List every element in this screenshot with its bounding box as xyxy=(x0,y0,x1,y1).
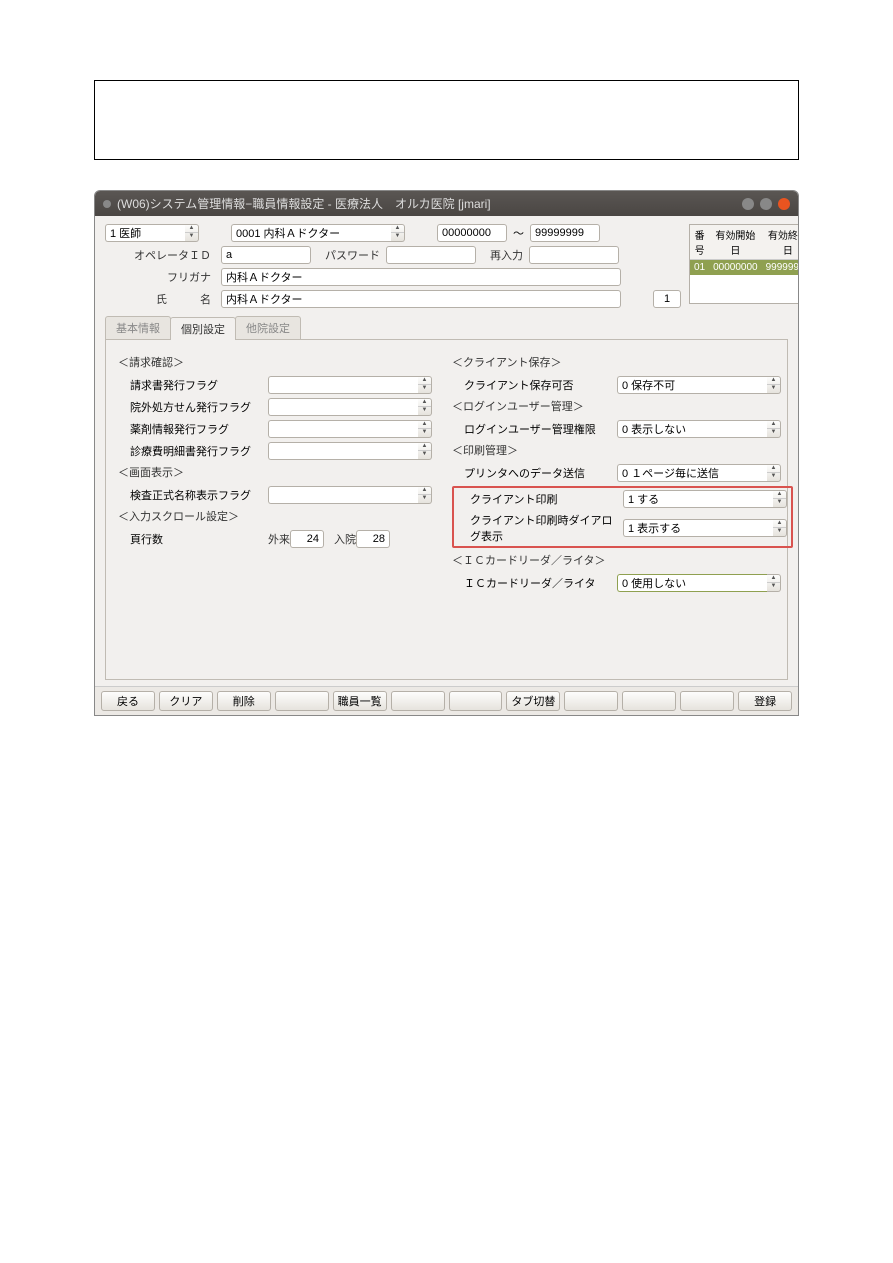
name-input[interactable] xyxy=(221,290,621,308)
login-auth-label: ログインユーザー管理権限 xyxy=(452,421,617,437)
code-to-input[interactable] xyxy=(530,224,600,242)
tab-other[interactable]: 他院設定 xyxy=(235,316,301,339)
inpatient-input[interactable] xyxy=(356,530,390,548)
page-lines-label: 頁行数 xyxy=(118,531,268,547)
client-print-dialog-combo[interactable]: ▲▼ xyxy=(623,519,787,537)
password-label: パスワード xyxy=(325,247,380,263)
table-row[interactable]: 01 00000000 99999999 xyxy=(690,260,799,276)
empty-button-5[interactable]: . xyxy=(622,691,676,711)
login-auth-combo[interactable]: ▲▼ xyxy=(617,420,781,438)
empty-button-1[interactable]: . xyxy=(275,691,329,711)
password-input[interactable] xyxy=(386,246,476,264)
furigana-label: フリガナ xyxy=(105,269,215,285)
table-header-start: 有効開始日 xyxy=(709,225,762,260)
exam-flag-label: 検査正式名称表示フラグ xyxy=(118,487,268,503)
section-client-save: ＜クライアント保存＞ xyxy=(452,354,793,370)
doctor-input[interactable] xyxy=(231,224,391,242)
empty-button-2[interactable]: . xyxy=(391,691,445,711)
empty-button-3[interactable]: . xyxy=(449,691,503,711)
drug-flag-combo[interactable]: ▲▼ xyxy=(268,420,432,438)
validity-table[interactable]: 番号 有効開始日 有効終了日 01 00000000 99999999 xyxy=(689,224,799,304)
password-re-label: 再入力 xyxy=(490,247,523,263)
name-label: 氏 名 xyxy=(105,291,215,307)
titlebar: (W06)システム管理情報−職員情報設定 - 医療法人 オルカ医院 [jmari… xyxy=(95,191,798,216)
outpatient-label: 外来 xyxy=(268,531,290,547)
furigana-input[interactable] xyxy=(221,268,621,286)
table-header-no: 番号 xyxy=(690,225,709,260)
close-icon[interactable] xyxy=(778,198,790,210)
app-window: (W06)システム管理情報−職員情報設定 - 医療法人 オルカ医院 [jmari… xyxy=(94,190,799,716)
ic-reader-label: ＩＣカードリーダ／ライタ xyxy=(452,575,617,591)
role-spin[interactable]: ▲▼ xyxy=(185,224,199,242)
exam-flag-combo[interactable]: ▲▼ xyxy=(268,486,432,504)
inpatient-label: 入院 xyxy=(334,531,356,547)
client-print-combo[interactable]: ▲▼ xyxy=(623,490,787,508)
section-login: ＜ログインユーザー管理＞ xyxy=(452,398,793,414)
highlight-box: クライアント印刷 ▲▼ クライアント印刷時ダイアログ表示 ▲▼ xyxy=(452,486,793,548)
doctor-combo[interactable]: ▲▼ xyxy=(231,224,405,242)
upper-document-box xyxy=(94,80,799,160)
password-re-input[interactable] xyxy=(529,246,619,264)
ic-reader-combo[interactable]: ▲▼ xyxy=(617,574,781,592)
bill-flag-label: 請求書発行フラグ xyxy=(118,377,268,393)
tabs: 基本情報 個別設定 他院設定 xyxy=(105,316,788,340)
empty-button-6[interactable]: . xyxy=(680,691,734,711)
section-scroll: ＜入力スクロール設定＞ xyxy=(118,508,432,524)
tab-individual[interactable]: 個別設定 xyxy=(170,317,236,340)
register-button[interactable]: 登録 xyxy=(738,691,792,711)
tab-switch-button[interactable]: タブ切替 xyxy=(506,691,560,711)
staff-list-button[interactable]: 職員一覧 xyxy=(333,691,387,711)
printer-send-label: プリンタへのデータ送信 xyxy=(452,465,617,481)
right-column: ＜クライアント保存＞ クライアント保存可否 ▲▼ ＜ログインユーザー管理＞ ログ… xyxy=(452,350,793,669)
client-print-label: クライアント印刷 xyxy=(458,491,623,507)
clear-button[interactable]: クリア xyxy=(159,691,213,711)
detail-flag-label: 診療費明細書発行フラグ xyxy=(118,443,268,459)
empty-button-4[interactable]: . xyxy=(564,691,618,711)
code-from-input[interactable] xyxy=(437,224,507,242)
role-combo[interactable]: ▲▼ xyxy=(105,224,199,242)
printer-send-combo[interactable]: ▲▼ xyxy=(617,464,781,482)
maximize-icon[interactable] xyxy=(760,198,772,210)
seq-input[interactable] xyxy=(653,290,681,308)
section-billing: ＜請求確認＞ xyxy=(118,354,432,370)
section-print: ＜印刷管理＞ xyxy=(452,442,793,458)
table-header-end: 有効終了日 xyxy=(762,225,799,260)
client-save-combo[interactable]: ▲▼ xyxy=(617,376,781,394)
rx-flag-combo[interactable]: ▲▼ xyxy=(268,398,432,416)
left-column: ＜請求確認＞ 請求書発行フラグ ▲▼ 院外処方せん発行フラグ ▲▼ 薬剤情報発行… xyxy=(118,350,432,669)
doctor-spin[interactable]: ▲▼ xyxy=(391,224,405,242)
window-title: (W06)システム管理情報−職員情報設定 - 医療法人 オルカ医院 [jmari… xyxy=(117,195,491,212)
role-input[interactable] xyxy=(105,224,185,242)
operator-id-input[interactable] xyxy=(221,246,311,264)
back-button[interactable]: 戻る xyxy=(101,691,155,711)
bottom-toolbar: 戻る クリア 削除 . 職員一覧 . . タブ切替 . . . 登録 xyxy=(95,686,798,715)
client-print-dialog-label: クライアント印刷時ダイアログ表示 xyxy=(458,512,623,544)
app-icon xyxy=(103,200,111,208)
delete-button[interactable]: 削除 xyxy=(217,691,271,711)
tab-body: ＜請求確認＞ 請求書発行フラグ ▲▼ 院外処方せん発行フラグ ▲▼ 薬剤情報発行… xyxy=(105,340,788,680)
minimize-icon[interactable] xyxy=(742,198,754,210)
outpatient-input[interactable] xyxy=(290,530,324,548)
drug-flag-label: 薬剤情報発行フラグ xyxy=(118,421,268,437)
operator-id-label: オペレータＩＤ xyxy=(105,247,215,263)
section-display: ＜画面表示＞ xyxy=(118,464,432,480)
section-ic: ＜ＩＣカードリーダ／ライタ＞ xyxy=(452,552,793,568)
client-save-label: クライアント保存可否 xyxy=(452,377,617,393)
detail-flag-combo[interactable]: ▲▼ xyxy=(268,442,432,460)
tab-basic[interactable]: 基本情報 xyxy=(105,316,171,339)
tilde-label: 〜 xyxy=(513,225,524,241)
rx-flag-label: 院外処方せん発行フラグ xyxy=(118,399,268,415)
bill-flag-combo[interactable]: ▲▼ xyxy=(268,376,432,394)
